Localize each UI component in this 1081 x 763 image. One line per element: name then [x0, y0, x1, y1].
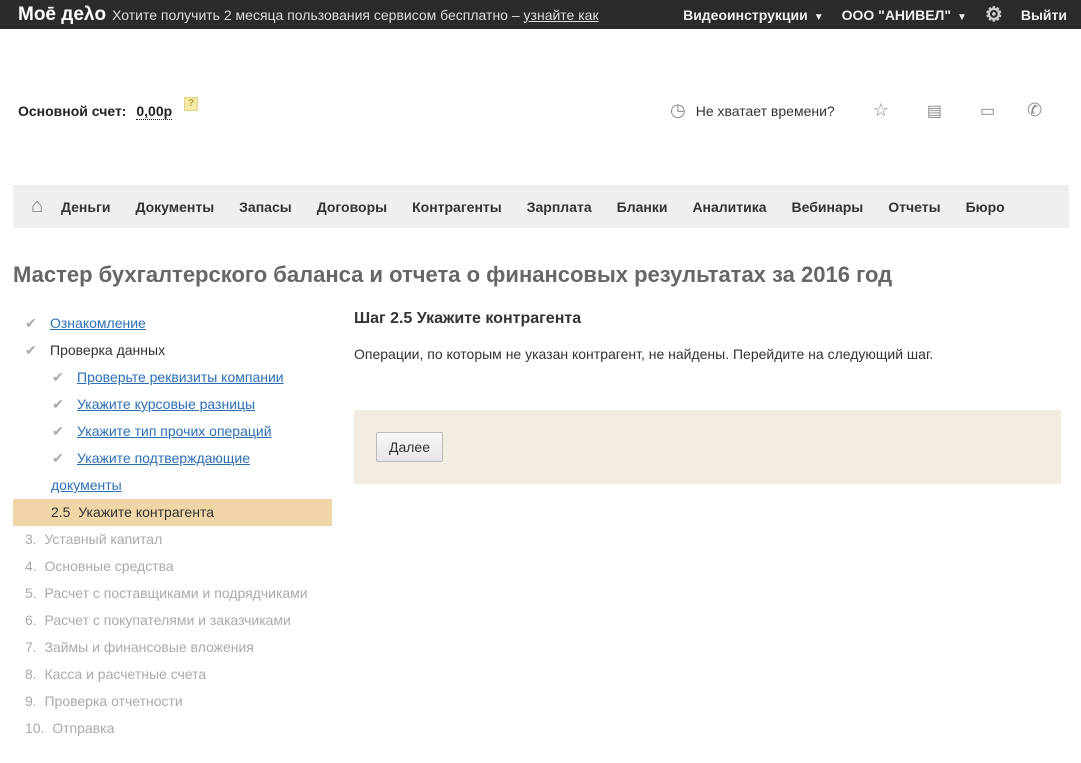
check-icon: ✔ [52, 450, 64, 466]
step-number: 4. [25, 558, 37, 574]
nav-bureau[interactable]: Бюро [966, 199, 1005, 215]
substep[interactable]: ✔ Укажите курсовые разницы [13, 391, 332, 418]
time-help-link[interactable]: Не хватает времени? [696, 103, 835, 119]
phone-icon[interactable]: ✆ [1027, 100, 1042, 121]
step-label: Основные средства [44, 558, 174, 574]
step-disabled: 3. Уставный капитал [13, 526, 332, 553]
step-label: Проверка отчетности [44, 693, 183, 709]
step-content: Шаг 2.5 Укажите контрагента Операции, по… [354, 310, 1061, 484]
step-link[interactable]: Проверьте реквизиты компании [77, 369, 284, 385]
main-nav: ⌂ Деньги Документы Запасы Договоры Контр… [13, 185, 1069, 228]
step-number: 5. [25, 585, 37, 601]
step-number: 10. [25, 720, 45, 736]
help-icon[interactable]: ? [184, 97, 199, 111]
step-disabled: 6. Расчет с покупателями и заказчиками [13, 607, 332, 634]
promo-text: Хотите получить 2 месяца пользования сер… [112, 7, 598, 23]
step-label: Укажите контрагента [78, 504, 214, 520]
step-link[interactable]: Укажите тип прочих операций [77, 423, 272, 439]
nav-documents[interactable]: Документы [135, 199, 214, 215]
nav-forms[interactable]: Бланки [617, 199, 668, 215]
step-number: 6. [25, 612, 37, 628]
step-check-data: ✔ Проверка данных [13, 337, 332, 364]
nav-analytics[interactable]: Аналитика [692, 199, 766, 215]
check-icon: ✔ [25, 315, 37, 331]
chat-icon[interactable]: ▤ [927, 101, 942, 121]
company-menu[interactable]: ООО "АНИВЕЛ" ▼ [842, 7, 967, 23]
main-account: Основной счет: 0,00р ? [18, 97, 199, 120]
gear-icon[interactable]: ⚙ [985, 2, 1003, 27]
step-label: Проверка данных [50, 342, 166, 358]
substep[interactable]: ✔ Проверьте реквизиты компании [13, 364, 332, 391]
step-number: 7. [25, 639, 37, 655]
nav-salary[interactable]: Зарплата [527, 199, 592, 215]
chevron-down-icon: ▼ [813, 11, 824, 23]
step-number: 2.5 [51, 504, 71, 520]
action-panel: Далее [354, 410, 1061, 484]
video-menu[interactable]: Видеоинструкции ▼ [683, 7, 824, 23]
step-link[interactable]: Ознакомление [50, 315, 146, 331]
next-button[interactable]: Далее [376, 432, 444, 462]
wizard-steps: ✔ Ознакомление ✔ Проверка данных ✔ Проверьт… [13, 310, 332, 742]
promo-link[interactable]: узнайте как [524, 7, 599, 23]
header-tools: ◷ Не хватает времени? ☆ ▤ ▭ ✆ [670, 100, 1042, 121]
step-disabled: 10. Отправка [13, 715, 332, 742]
step-label: Расчет с покупателями и заказчиками [44, 612, 291, 628]
step-intro[interactable]: ✔ Ознакомление [13, 310, 332, 337]
step-disabled: 7. Займы и финансовые вложения [13, 634, 332, 661]
logo[interactable]: Moē деλо [18, 4, 106, 26]
substep[interactable]: ✔ Укажите подтверждающие [13, 445, 332, 472]
step-label: Отправка [52, 720, 115, 736]
video-label: Видеоинструкции [683, 6, 808, 23]
star-icon[interactable]: ☆ [873, 100, 889, 121]
step-number: 3. [25, 531, 37, 547]
check-icon: ✔ [52, 423, 64, 439]
step-label: Расчет с поставщиками и подрядчиками [44, 585, 308, 601]
nav-webinars[interactable]: Вебинары [792, 199, 864, 215]
check-icon: ✔ [52, 369, 64, 385]
clock-icon: ◷ [670, 100, 686, 120]
step-number: 8. [25, 666, 37, 682]
logout-link[interactable]: Выйти [1021, 7, 1067, 23]
check-icon: ✔ [25, 342, 37, 358]
step-label: Касса и расчетные счета [44, 666, 207, 682]
step-heading: Шаг 2.5 Укажите контрагента [354, 310, 582, 327]
nav-money[interactable]: Деньги [61, 199, 110, 215]
nav-contracts[interactable]: Договоры [317, 199, 387, 215]
step-text: Операции, по которым не указан контраген… [354, 346, 934, 362]
company-label: ООО "АНИВЕЛ" [841, 6, 952, 23]
account-label: Основной счет: [18, 103, 127, 119]
contact-card-icon[interactable]: ▭ [980, 101, 995, 121]
step-link[interactable]: документы [51, 477, 122, 493]
substep-cont[interactable]: документы [13, 472, 332, 499]
substep[interactable]: ✔ Укажите тип прочих операций [13, 418, 332, 445]
step-active: 2.5 Укажите контрагента [13, 499, 332, 526]
step-link[interactable]: Укажите курсовые разницы [77, 396, 255, 412]
chevron-down-icon: ▼ [957, 11, 967, 23]
check-icon: ✔ [52, 396, 64, 412]
step-number: 9. [25, 693, 37, 709]
step-link[interactable]: Укажите подтверждающие [77, 450, 250, 466]
step-label: Уставный капитал [44, 531, 163, 547]
home-icon[interactable]: ⌂ [13, 195, 61, 218]
nav-reports[interactable]: Отчеты [888, 199, 940, 215]
step-disabled: 4. Основные средства [13, 553, 332, 580]
promo-label: Хотите получить 2 месяца пользования сер… [112, 6, 520, 23]
top-bar: Moē деλо Хотите получить 2 месяца пользо… [0, 0, 1081, 29]
nav-counterparties[interactable]: Контрагенты [412, 199, 502, 215]
step-disabled: 5. Расчет с поставщиками и подрядчиками [13, 580, 332, 607]
account-balance[interactable]: 0,00р [136, 103, 173, 120]
step-label: Займы и финансовые вложения [44, 639, 254, 655]
page-title: Мастер бухгалтерского баланса и отчета о… [13, 262, 893, 287]
nav-stock[interactable]: Запасы [239, 199, 292, 215]
step-disabled: 9. Проверка отчетности [13, 688, 332, 715]
step-disabled: 8. Касса и расчетные счета [13, 661, 332, 688]
